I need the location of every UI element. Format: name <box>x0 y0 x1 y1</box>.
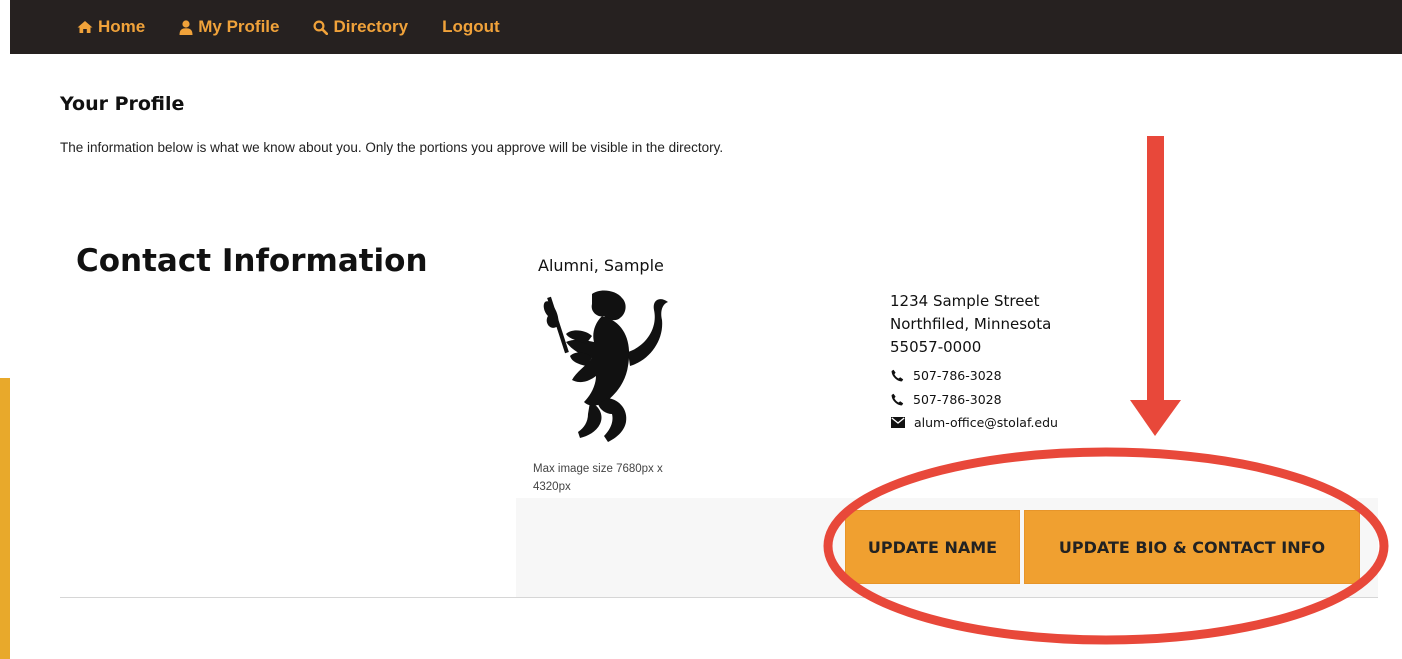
nav-home-link[interactable]: Home <box>77 17 145 37</box>
contact-information-heading: Contact Information <box>76 243 428 279</box>
phone-number-1: 507-786-3028 <box>913 368 1002 383</box>
phone-line-2: 507-786-3028 <box>891 392 1002 407</box>
page-title: Your Profile <box>60 93 185 115</box>
profile-name: Alumni, Sample <box>538 256 664 275</box>
nav-home-label: Home <box>98 17 146 36</box>
address-line-3: 55057-0000 <box>890 338 982 356</box>
envelope-icon <box>891 417 905 428</box>
lion-rampant-icon <box>543 290 668 442</box>
home-icon <box>77 21 93 33</box>
user-icon <box>179 19 193 35</box>
address-line-1: 1234 Sample Street <box>890 292 1040 310</box>
update-name-button[interactable]: UPDATE NAME <box>845 510 1020 584</box>
update-bio-contact-button[interactable]: UPDATE BIO & CONTACT INFO <box>1024 510 1360 584</box>
left-accent-bar <box>0 378 10 659</box>
intro-text: The information below is what we know ab… <box>60 140 724 155</box>
search-icon <box>313 19 329 35</box>
nav-my-profile-label: My Profile <box>198 17 280 36</box>
phone-icon <box>891 369 904 382</box>
nav-directory-link[interactable]: Directory <box>313 17 408 37</box>
photo-size-note: Max image size 7680px x 4320px <box>533 463 663 493</box>
profile-photo[interactable] <box>530 282 712 452</box>
email-line: alum-office@stolaf.edu <box>891 415 1058 430</box>
nav-directory-label: Directory <box>333 17 409 36</box>
nav-my-profile-link[interactable]: My Profile <box>179 17 279 37</box>
nav-logout-label: Logout <box>442 17 500 36</box>
phone-icon <box>891 393 904 406</box>
address-line-2: Northfiled, Minnesota <box>890 315 1052 333</box>
mailing-address: 1234 Sample Street Northfiled, Minnesota… <box>890 290 1051 359</box>
section-divider <box>60 597 1378 598</box>
phone-number-2: 507-786-3028 <box>913 392 1002 407</box>
nav-logout-link[interactable]: Logout <box>442 17 500 37</box>
phone-line-1: 507-786-3028 <box>891 368 1002 383</box>
top-navigation: Home My Profile Directory Logout <box>10 0 1402 54</box>
email-address[interactable]: alum-office@stolaf.edu <box>914 415 1058 430</box>
